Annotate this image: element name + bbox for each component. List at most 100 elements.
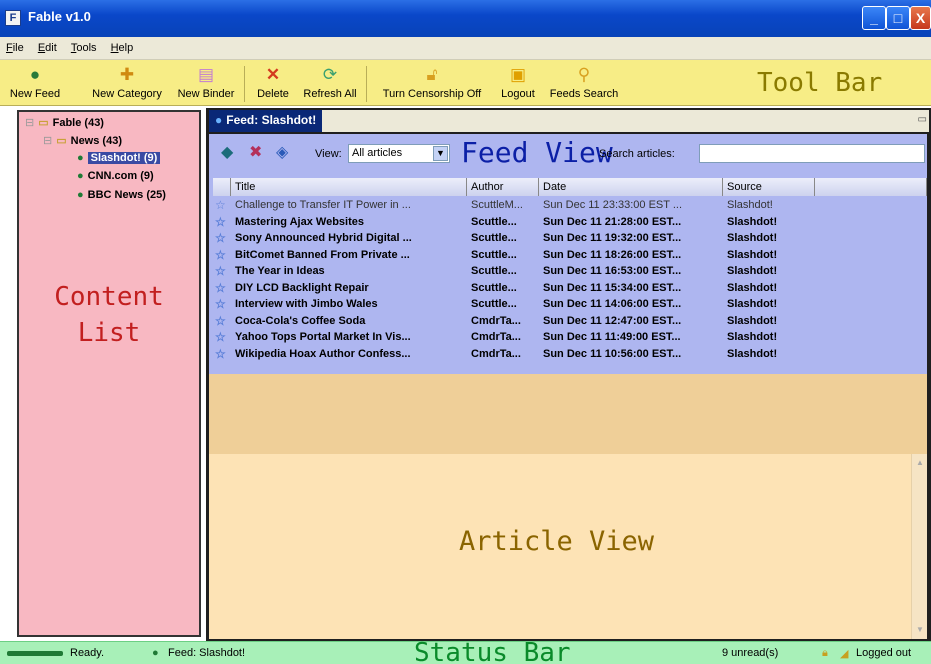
cell-date: Sun Dec 11 18:26:00 EST... (543, 248, 682, 261)
chevron-down-icon[interactable]: ▼ (433, 146, 448, 161)
menu-file[interactable]: File (0, 37, 29, 54)
star-icon[interactable]: ☆ (215, 297, 226, 311)
column-header-empty (815, 178, 927, 196)
padlock-icon: 🔓︎ (426, 65, 438, 84)
cell-date: Sun Dec 11 11:49:00 EST... (543, 331, 681, 343)
table-row[interactable]: ☆ Mastering Ajax Websites Scuttle... Sun De… (213, 214, 927, 230)
folder-plus-icon: ✚ (119, 65, 135, 84)
refresh-all-button[interactable]: ⟳ Refresh All (298, 63, 362, 101)
tree-feed-slashdot[interactable]: ● Slashdot! (9) (77, 152, 161, 164)
collapse-icon[interactable]: ⊟ (25, 116, 34, 129)
minimize-button[interactable]: _ (862, 6, 886, 30)
table-row[interactable]: ☆ Yahoo Tops Portal Market In Vis... CmdrT… (213, 329, 927, 345)
scroll-down-icon[interactable]: ▼ (913, 623, 927, 637)
splitter[interactable] (209, 374, 927, 454)
cell-author: Scuttle... (471, 215, 517, 228)
turn-censorship-off-button[interactable]: 🔓︎ Turn Censorship Off (374, 63, 490, 101)
folder-icon: ▭ (56, 135, 67, 147)
delete-article-icon[interactable]: ✖ (249, 144, 262, 162)
close-button[interactable]: X (910, 6, 931, 30)
star-icon[interactable]: ☆ (215, 330, 226, 344)
star-icon[interactable]: ☆ (215, 264, 226, 278)
cell-source: Slashdot! (727, 281, 778, 294)
article-view-caption: Article View (459, 526, 655, 557)
cell-date: Sun Dec 11 19:32:00 EST... (543, 232, 682, 244)
collapse-icon[interactable]: ⊟ (43, 134, 52, 147)
tree-feed-bbc[interactable]: ● BBC News (25) (77, 189, 166, 201)
progress-indicator (7, 651, 63, 656)
cell-source: Slashdot! (727, 265, 778, 277)
feed-view-toolbar: ◆ ✖ ◈ View: All articles ▼ Feed View Sea… (209, 134, 927, 174)
maximize-button[interactable]: □ (886, 6, 910, 30)
cell-title: BitComet Banned From Private ... (235, 248, 410, 261)
table-row[interactable]: ☆ The Year in Ideas Scuttle... Sun Dec 11 1… (213, 263, 927, 279)
new-feed-button[interactable]: ● New Feed (2, 63, 68, 101)
globe-icon: ● (152, 647, 159, 659)
tree-feed-cnn[interactable]: ● CNN.com (9) (77, 170, 154, 182)
cell-source: Slashdot! (727, 314, 778, 327)
feed-globe-icon: ● (77, 189, 84, 201)
logout-button[interactable]: ▣ Logout (496, 63, 540, 101)
cell-title: The Year in Ideas (235, 265, 325, 277)
search-articles-input[interactable] (699, 144, 925, 163)
table-row[interactable]: ☆ Interview with Jimbo Wales Scuttle... Sun… (213, 296, 927, 312)
mark-read-icon[interactable]: ◆ (221, 144, 233, 162)
table-row[interactable]: ☆ Sony Announced Hybrid Digital ... Scuttl… (213, 230, 927, 246)
globe-icon: ● (29, 65, 41, 84)
tree-root-fable[interactable]: ⊟ ▭ Fable (43) (25, 116, 104, 129)
restore-icon[interactable]: ▭ (918, 114, 927, 125)
star-icon[interactable]: ☆ (215, 215, 226, 229)
star-icon[interactable]: ☆ (215, 198, 226, 212)
column-header-author[interactable]: Author (467, 178, 539, 196)
toolbar-separator (244, 66, 245, 102)
cell-title: Wikipedia Hoax Author Confess... (235, 347, 411, 360)
cell-date: Sun Dec 11 12:47:00 EST... (543, 314, 682, 327)
feeds-search-button[interactable]: ⚲ Feeds Search (544, 63, 624, 101)
article-scrollbar[interactable]: ▲ ▼ (911, 454, 927, 639)
star-icon[interactable]: ☆ (215, 314, 226, 328)
feed-tab[interactable]: ● Feed: Slashdot! (209, 110, 323, 132)
cell-title: Sony Announced Hybrid Digital ... (235, 232, 412, 244)
menu-help[interactable]: Help (105, 37, 139, 54)
cell-date: Sun Dec 11 14:06:00 EST... (543, 298, 682, 310)
cell-author: CmdrTa... (471, 347, 521, 360)
cell-title: Coca-Cola's Coffee Soda (235, 314, 366, 327)
star-icon[interactable]: ☆ (215, 231, 226, 245)
new-category-button[interactable]: ✚ New Category (84, 63, 170, 101)
delete-x-icon: ✕ (265, 65, 281, 84)
title-bar: F Fable v1.0 _ □ X (0, 0, 931, 37)
tree-category-news[interactable]: ⊟ ▭ News (43) (43, 134, 122, 147)
feed-view-caption: Feed View (461, 136, 613, 169)
cell-author: Scuttle... (471, 298, 517, 310)
view-select[interactable]: All articles ▼ (348, 144, 450, 163)
cell-author: CmdrTa... (471, 331, 521, 343)
menu-tools[interactable]: Tools (65, 37, 102, 54)
table-row[interactable]: ☆ DIY LCD Backlight Repair Scuttle... Sun D… (213, 280, 927, 296)
star-icon[interactable]: ☆ (215, 248, 226, 262)
table-row[interactable]: ☆ Coca-Cola's Coffee Soda CmdrTa... Sun Dec… (213, 313, 927, 329)
column-header-title[interactable]: Title (231, 178, 467, 196)
menu-edit[interactable]: Edit (32, 37, 62, 54)
table-row[interactable]: ☆ Challenge to Transfer IT Power in ... Sc… (213, 197, 927, 213)
star-icon[interactable]: ☆ (215, 347, 226, 361)
feed-dot-icon: ● (215, 113, 223, 127)
status-bar-caption: Status Bar (414, 638, 571, 664)
star-icon[interactable]: ☆ (215, 281, 226, 295)
column-header-star[interactable] (213, 178, 231, 196)
toolbar-separator (366, 66, 367, 102)
cell-author: Scuttle... (471, 281, 517, 294)
cell-author: Scuttle... (471, 248, 517, 261)
delete-button[interactable]: ✕ Delete (253, 63, 293, 101)
feed-title-bar: ● Feed: Slashdot! ▭ (209, 110, 929, 132)
open-article-icon[interactable]: ◈ (276, 144, 288, 162)
cell-author: Scuttle... (471, 265, 517, 277)
table-row[interactable]: ☆ BitComet Banned From Private ... Scuttle… (213, 247, 927, 263)
column-header-date[interactable]: Date (539, 178, 723, 196)
scroll-up-icon[interactable]: ▲ (913, 456, 927, 470)
content-list-panel: ⊟ ▭ Fable (43) ⊟ ▭ News (43) ● Slashdot! (9) … (17, 110, 201, 637)
article-view: Article View ▲ ▼ (209, 454, 927, 639)
column-header-source[interactable]: Source (723, 178, 815, 196)
table-row[interactable]: ☆ Wikipedia Hoax Author Confess... CmdrTa.… (213, 346, 927, 362)
new-binder-button[interactable]: ▤ New Binder (175, 63, 237, 101)
cell-author: ScuttleM... (471, 199, 523, 211)
